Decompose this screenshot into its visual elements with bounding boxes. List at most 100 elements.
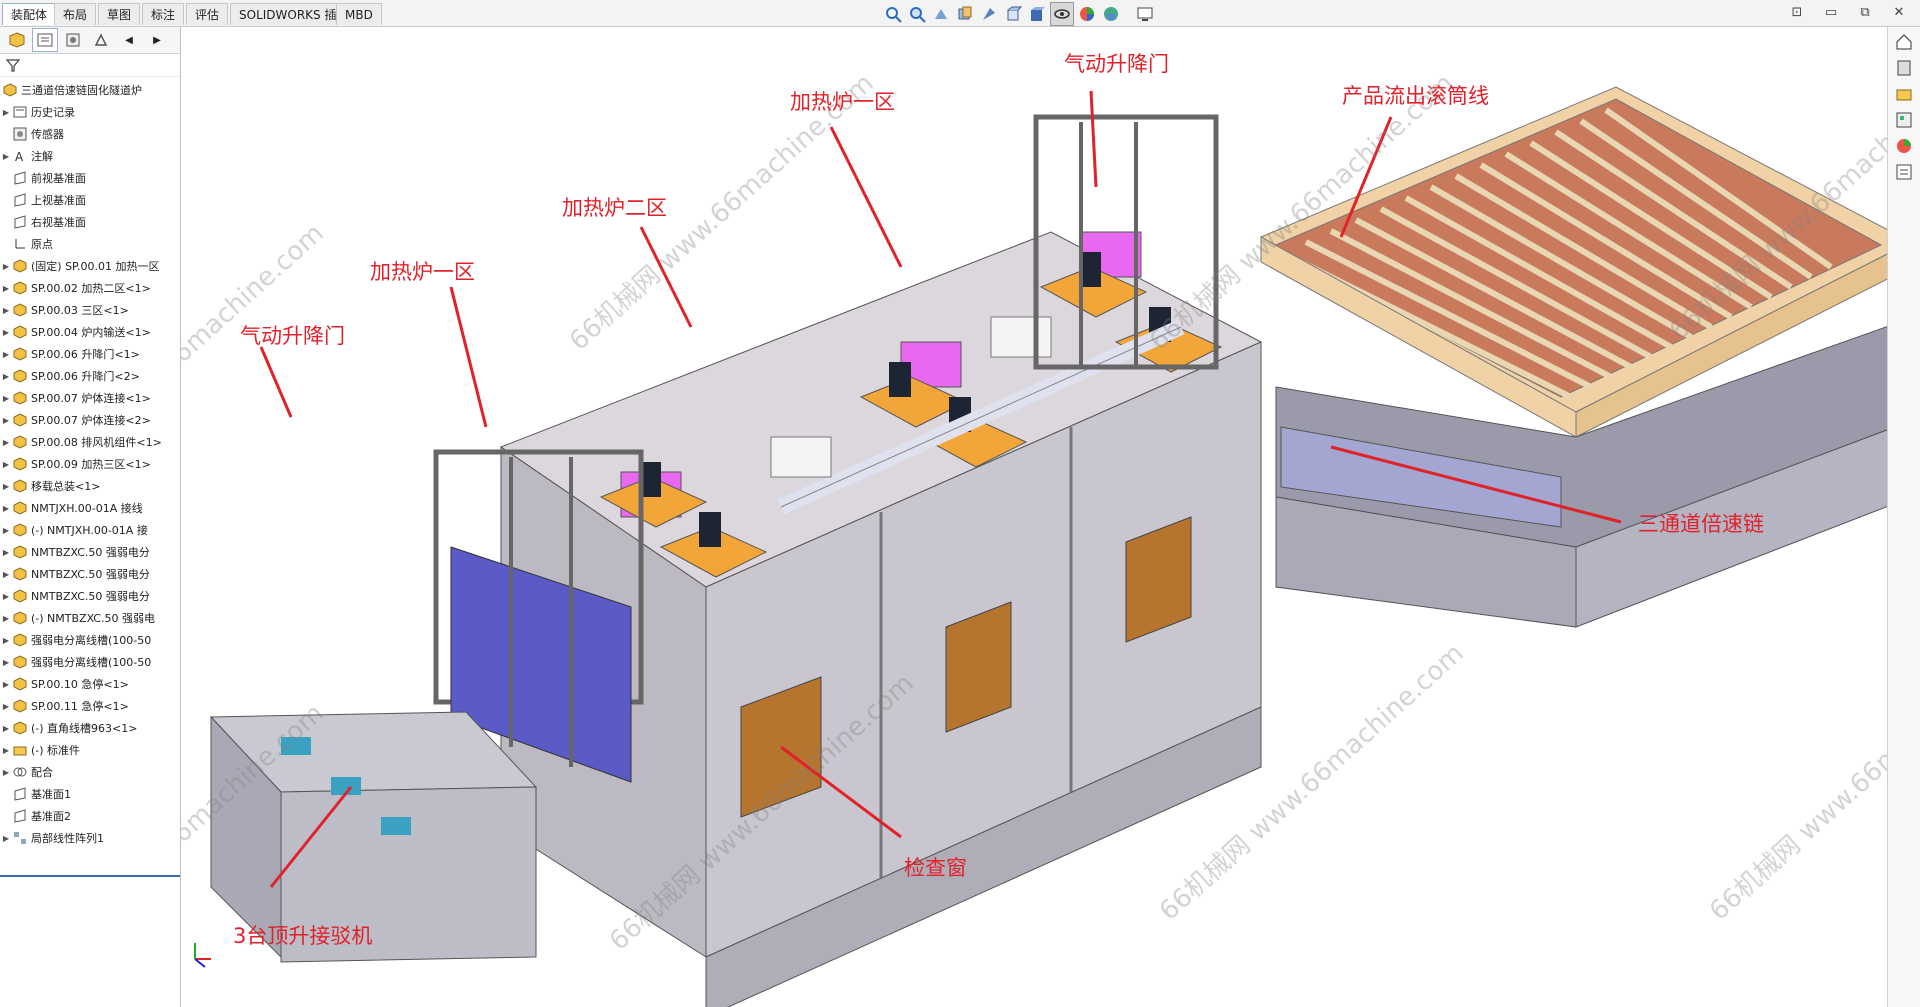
expand-arrow-icon[interactable]: ▶ [0, 768, 12, 777]
tile-window-icon[interactable]: ⊡ [1786, 4, 1808, 22]
expand-arrow-icon[interactable]: ▶ [0, 592, 12, 601]
expand-arrow-icon[interactable]: ▶ [0, 702, 12, 711]
zoom-to-fit-icon[interactable] [882, 3, 904, 25]
expand-arrow-icon[interactable]: ▶ [0, 548, 12, 557]
restore-doc-icon[interactable]: ⧉ [1854, 4, 1876, 22]
tree-item[interactable]: ▶ SP.00.06 升降门<1> [0, 343, 180, 365]
expand-arrow-icon[interactable]: ▶ [0, 680, 12, 689]
tree-item[interactable]: ▶ 强弱电分离线槽(100-50 [0, 629, 180, 651]
dynamic-annotation-icon[interactable] [978, 3, 1000, 25]
tree-item[interactable]: ▶ A 注解 [0, 145, 180, 167]
tree-item[interactable]: ▶ SP.00.06 升降门<2> [0, 365, 180, 387]
tree-item[interactable]: ▶ (-) 标准件 [0, 739, 180, 761]
appearances-icon[interactable] [1892, 135, 1916, 157]
tree-item[interactable]: ▶ 局部线性阵列1 [0, 827, 180, 849]
tree-item[interactable]: ▶ SP.00.07 炉体连接<1> [0, 387, 180, 409]
tree-item[interactable]: ▶ SP.00.02 加热二区<1> [0, 277, 180, 299]
tree-item[interactable]: ▶ (-) NMTJXH.00-01A 接 [0, 519, 180, 541]
property-manager-tab[interactable] [60, 28, 86, 52]
expand-arrow-icon[interactable]: ▶ [0, 724, 12, 733]
expand-arrow-icon[interactable]: ▶ [0, 152, 12, 161]
expand-arrow-icon[interactable]: ▶ [0, 262, 12, 271]
tab-6[interactable]: MBD [336, 3, 382, 25]
tree-item[interactable]: ▶ SP.00.08 排风机组件<1> [0, 431, 180, 453]
home-icon[interactable] [1892, 31, 1916, 53]
tree-root[interactable]: 三通道倍速链固化隧道炉 [0, 79, 180, 101]
expand-arrow-icon[interactable]: ▶ [0, 526, 12, 535]
apply-scene-icon[interactable] [1100, 3, 1122, 25]
tree-item[interactable]: ▶ SP.00.03 三区<1> [0, 299, 180, 321]
hide-show-items-icon[interactable] [1050, 2, 1074, 26]
tab-1[interactable]: 布局 [54, 3, 97, 25]
expand-arrow-icon[interactable]: ▶ [0, 746, 12, 755]
feature-manager-tab[interactable] [32, 28, 58, 52]
tab-4[interactable]: 评估 [186, 3, 229, 25]
section-view-icon[interactable] [954, 3, 976, 25]
view-settings-icon[interactable] [1134, 3, 1156, 25]
tree-item[interactable]: 前视基准面 [0, 167, 180, 189]
configuration-manager-tab[interactable] [88, 28, 114, 52]
expand-arrow-icon[interactable]: ▶ [0, 482, 12, 491]
expand-arrow-icon[interactable]: ▶ [0, 570, 12, 579]
tree-item[interactable]: ▶ SP.00.11 急停<1> [0, 695, 180, 717]
tree-item[interactable]: 基准面2 [0, 805, 180, 827]
expand-arrow-icon[interactable]: ▶ [0, 416, 12, 425]
assembly-icon [2, 82, 18, 98]
expand-arrow-icon[interactable]: ▶ [0, 834, 12, 843]
expand-arrow-icon[interactable]: ▶ [0, 328, 12, 337]
tree-item[interactable]: ▶ NMTBZXC.50 强弱电分 [0, 585, 180, 607]
tree-item[interactable]: 原点 [0, 233, 180, 255]
tree-item[interactable]: ▶ SP.00.09 加热三区<1> [0, 453, 180, 475]
expand-arrow-icon[interactable]: ▶ [0, 394, 12, 403]
expand-arrow-icon[interactable]: ▶ [0, 504, 12, 513]
tree-item[interactable]: 右视基准面 [0, 211, 180, 233]
tree-item[interactable]: ▶ SP.00.10 急停<1> [0, 673, 180, 695]
tree-item[interactable]: ▶ SP.00.07 炉体连接<2> [0, 409, 180, 431]
tree-item[interactable]: ▶ NMTBZXC.50 强弱电分 [0, 541, 180, 563]
tree-item[interactable]: ▶ NMTJXH.00-01A 接线 [0, 497, 180, 519]
tree-item[interactable]: ▶ (-) 直角线槽963<1> [0, 717, 180, 739]
minimize-doc-icon[interactable]: ▭ [1820, 4, 1842, 22]
tree-item[interactable]: ▶ 移载总装<1> [0, 475, 180, 497]
tree-item[interactable]: ▶ (固定) SP.00.01 加热一区 [0, 255, 180, 277]
expand-arrow-icon[interactable]: ▶ [0, 460, 12, 469]
expand-arrow-icon[interactable]: ▶ [0, 636, 12, 645]
previous-view-icon[interactable] [930, 3, 952, 25]
expand-arrow-icon[interactable]: ▶ [0, 658, 12, 667]
custom-properties-icon[interactable] [1892, 161, 1916, 183]
tree-item-label: (固定) SP.00.01 加热一区 [31, 260, 160, 273]
expand-arrow-icon[interactable]: ▶ [0, 284, 12, 293]
edit-appearance-icon[interactable] [1076, 3, 1098, 25]
file-explorer-icon[interactable] [1892, 83, 1916, 105]
tree-item[interactable]: ▶ 强弱电分离线槽(100-50 [0, 651, 180, 673]
zoom-area-icon[interactable] [906, 3, 928, 25]
tab-3[interactable]: 标注 [142, 3, 185, 25]
tab-2[interactable]: 草图 [98, 3, 141, 25]
tree-item[interactable]: ▶ SP.00.04 炉内输送<1> [0, 321, 180, 343]
tree-item[interactable]: ▶ (-) NMTBZXC.50 强弱电 [0, 607, 180, 629]
graphics-viewport[interactable]: 66机械网 www.66machine.com66机械网 www.66machi… [181, 27, 1887, 1007]
expand-arrow-icon[interactable]: ▶ [0, 614, 12, 623]
expand-arrow-icon[interactable]: ▶ [0, 372, 12, 381]
close-doc-icon[interactable]: ✕ [1888, 4, 1910, 22]
tree-item[interactable]: ▶ 配合 [0, 761, 180, 783]
cube-icon[interactable] [4, 28, 30, 52]
display-style-icon[interactable] [1026, 3, 1048, 25]
tree-item[interactable]: 上视基准面 [0, 189, 180, 211]
expand-arrow-icon[interactable]: ▶ [0, 438, 12, 447]
view-palette-icon[interactable] [1892, 109, 1916, 131]
tree-item[interactable]: 传感器 [0, 123, 180, 145]
expand-arrow-icon[interactable]: ▶ [0, 350, 12, 359]
scroll-right-icon[interactable]: ▶ [144, 28, 170, 52]
tree-item[interactable]: 基准面1 [0, 783, 180, 805]
design-library-icon[interactable] [1892, 57, 1916, 79]
expand-arrow-icon[interactable]: ▶ [0, 108, 12, 117]
view-orientation-icon[interactable] [1002, 3, 1024, 25]
tree-filter[interactable] [0, 54, 180, 77]
expand-arrow-icon[interactable]: ▶ [0, 306, 12, 315]
scroll-left-icon[interactable]: ◀ [116, 28, 142, 52]
tree-item[interactable]: ▶ NMTBZXC.50 强弱电分 [0, 563, 180, 585]
tree-item[interactable]: ▶ 历史记录 [0, 101, 180, 123]
tab-0[interactable]: 装配体 [2, 3, 57, 25]
tree-item-label: NMTBZXC.50 强弱电分 [31, 568, 150, 581]
